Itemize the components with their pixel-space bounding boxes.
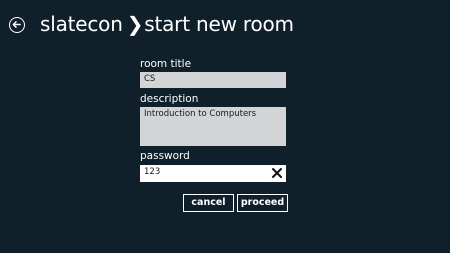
proceed-button[interactable]: proceed — [237, 194, 288, 212]
description-value: Introduction to Computers — [144, 109, 257, 119]
password-label: password — [140, 150, 190, 162]
room-title-value: CS — [144, 74, 156, 84]
page-title: start new room — [144, 12, 294, 36]
password-value: 123 — [144, 167, 161, 177]
room-title-label: room title — [140, 58, 192, 70]
close-icon[interactable] — [271, 166, 283, 180]
room-title-input[interactable]: CS — [140, 72, 286, 88]
app-name: slatecon — [40, 12, 123, 36]
description-label: description — [140, 93, 199, 105]
breadcrumb-separator: ❯ — [126, 12, 144, 36]
page-header: slatecon ❯start new room — [40, 11, 294, 37]
back-button[interactable] — [9, 17, 25, 33]
password-input[interactable]: 123 — [140, 165, 286, 182]
description-textarea[interactable]: Introduction to Computers — [140, 107, 286, 146]
arrow-left-icon — [12, 21, 21, 28]
cancel-button[interactable]: cancel — [183, 194, 234, 212]
